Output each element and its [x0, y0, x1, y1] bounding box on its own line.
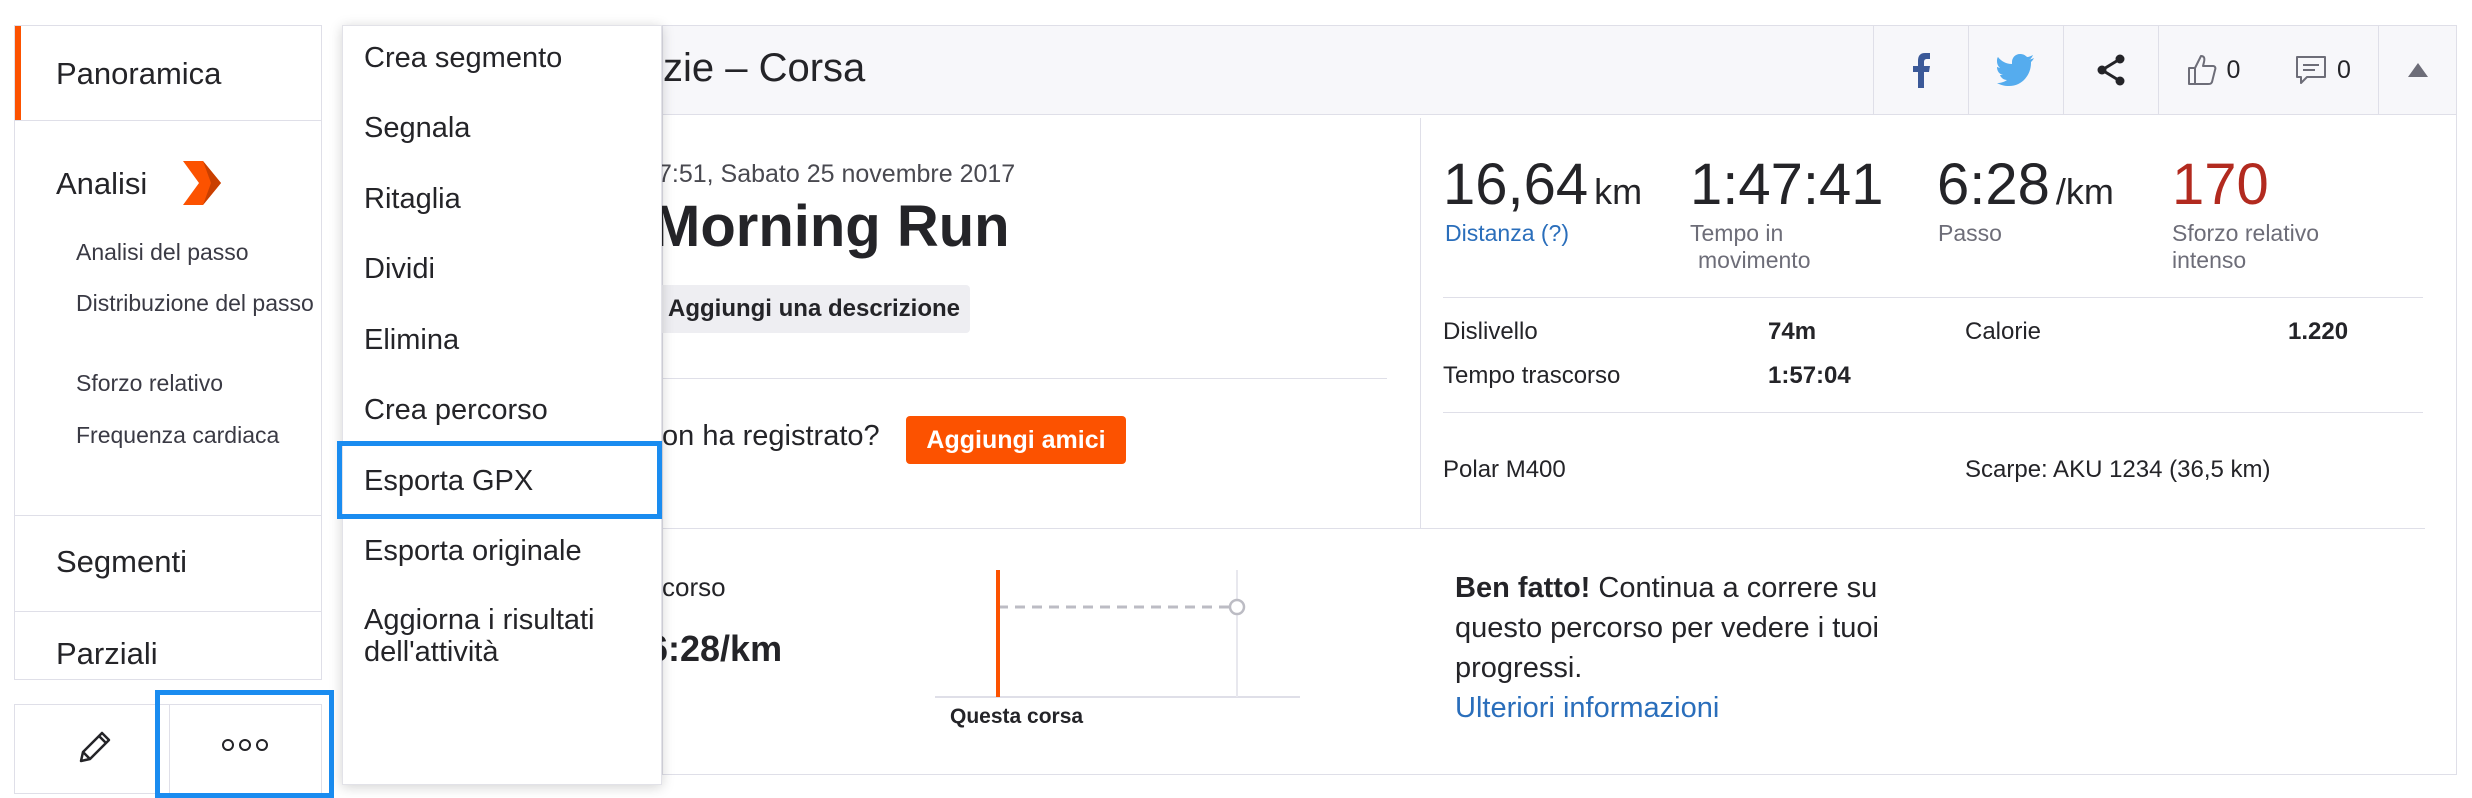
more-info-link[interactable]: Ulteriori informazioni: [1455, 692, 1719, 724]
calories-label: Calorie: [1965, 318, 2042, 345]
column-divider: [1420, 118, 1421, 528]
menu-item-create-segment[interactable]: Crea segmento: [364, 42, 654, 74]
sidebar-subitem-relative-effort[interactable]: Sforzo relativo: [76, 369, 316, 397]
activity-name: Morning Run: [652, 194, 1010, 259]
thumbs-up-icon: [2187, 55, 2216, 85]
more-options-menu: Crea segmento Segnala Ritaglia Dividi El…: [342, 25, 662, 785]
sidebar-item-label: Parziali: [56, 636, 158, 671]
kudos-count: 0: [2226, 55, 2241, 84]
share-icon: [2097, 54, 2125, 86]
calories-value: 1.220: [2288, 318, 2349, 345]
sidebar-item-label: Segmenti: [56, 544, 187, 579]
elevation-label: Dislivello: [1443, 318, 1538, 345]
route-comparison-chart: [935, 570, 1300, 698]
pace-label: Passo: [1938, 220, 2002, 246]
pace-unit: /km: [2055, 171, 2114, 212]
shoes-info[interactable]: Scarpe: AKU 1234 (36,5 km): [1965, 456, 2270, 484]
pencil-icon[interactable]: [73, 725, 117, 769]
elevation-value: 74m: [1768, 318, 1817, 345]
relative-effort-stat: 170: [2172, 155, 2269, 215]
sidebar-subitem-heart-rate[interactable]: Frequenza cardiaca: [76, 421, 316, 449]
device-name: Polar M400: [1443, 456, 1566, 483]
active-indicator: [15, 26, 21, 120]
menu-item-crop[interactable]: Ritaglia: [364, 183, 654, 215]
menu-item-refresh-results[interactable]: Aggiorna i risultati dell'attività: [364, 604, 654, 668]
menu-item-export-original[interactable]: Esporta originale: [364, 535, 654, 567]
pace-value: 6:28: [1937, 152, 2050, 217]
sidebar-item-splits[interactable]: Parziali: [15, 612, 321, 680]
chart-caption: Questa corsa: [950, 705, 1084, 728]
comment-icon: [2296, 56, 2327, 84]
export-gpx-highlight: [337, 441, 662, 519]
sidebar-subitem-pace-analysis[interactable]: Analisi del passo: [76, 238, 316, 266]
moving-time-stat: 1:47:41: [1690, 155, 1884, 215]
pace-stat: 6:28/km: [1937, 155, 2114, 222]
distance-unit: km: [1594, 171, 1643, 212]
menu-item-report[interactable]: Segnala: [364, 112, 654, 144]
moving-time-label: Tempo in movimento: [1690, 220, 1811, 273]
encouragement-message: Ben fatto! Continua a correre su questo …: [1455, 568, 1915, 728]
divider: [662, 528, 2425, 529]
sidebar-section-analysis: Analisi Analisi del passo Distribuzione …: [15, 121, 321, 516]
sidebar-subitem-pace-distribution[interactable]: Distribuzione del passo: [76, 289, 316, 317]
share-button[interactable]: [2063, 26, 2158, 114]
twitter-icon: [1997, 54, 2034, 86]
who-recorded-text: on ha registrato?: [662, 420, 880, 452]
sidebar-item-analysis[interactable]: Analisi: [56, 166, 147, 202]
relative-effort-label: Sforzo relativo intenso: [2172, 220, 2320, 273]
elapsed-time-label: Tempo trascorso: [1443, 362, 1621, 389]
facebook-share-button[interactable]: [1873, 26, 1968, 114]
more-button-highlight: [155, 690, 334, 798]
distance-label[interactable]: Distanza (?): [1445, 220, 1569, 247]
menu-item-create-route[interactable]: Crea percorso: [364, 394, 654, 426]
activity-date: 7:51, Sabato 25 novembre 2017: [658, 160, 1016, 188]
kudos-button[interactable]: 0: [2158, 26, 2268, 114]
divider: [662, 378, 1387, 379]
add-friends-button[interactable]: Aggiungi amici: [906, 416, 1126, 464]
sidebar-item-overview[interactable]: Panoramica: [15, 26, 321, 121]
moving-time-value: 1:47:41: [1690, 152, 1884, 217]
chevron-up-icon: [2407, 63, 2428, 77]
distance-value: 16,64: [1443, 152, 1589, 217]
distance-stat: 16,64 km: [1443, 155, 1642, 222]
relative-effort-value: 170: [2172, 152, 2269, 217]
divider: [1443, 412, 2423, 413]
twitter-share-button[interactable]: [1968, 26, 2063, 114]
route-label: corso: [662, 572, 726, 602]
sidebar-nav: Panoramica Analisi Analisi del passo Dis…: [14, 25, 322, 680]
route-pace: 6:28/km: [648, 628, 783, 669]
page-title: zie – Corsa: [663, 46, 866, 90]
comments-button[interactable]: 0: [2268, 26, 2378, 114]
well-done-bold: Ben fatto!: [1455, 572, 1591, 604]
divider: [1443, 297, 2423, 298]
menu-item-split[interactable]: Dividi: [364, 253, 654, 285]
comments-count: 0: [2337, 55, 2351, 84]
sidebar-item-label: Panoramica: [56, 56, 222, 91]
chevron-right-icon: [183, 161, 221, 205]
activity-header: zie – Corsa 0 0: [662, 25, 2457, 115]
facebook-icon: [1913, 53, 1930, 88]
add-description-button[interactable]: Aggiungi una descrizione: [652, 285, 970, 333]
sidebar-item-segments[interactable]: Segmenti: [15, 516, 321, 612]
collapse-button[interactable]: [2378, 26, 2456, 114]
elapsed-time-value: 1:57:04: [1768, 362, 1851, 389]
menu-item-delete[interactable]: Elimina: [364, 324, 654, 356]
